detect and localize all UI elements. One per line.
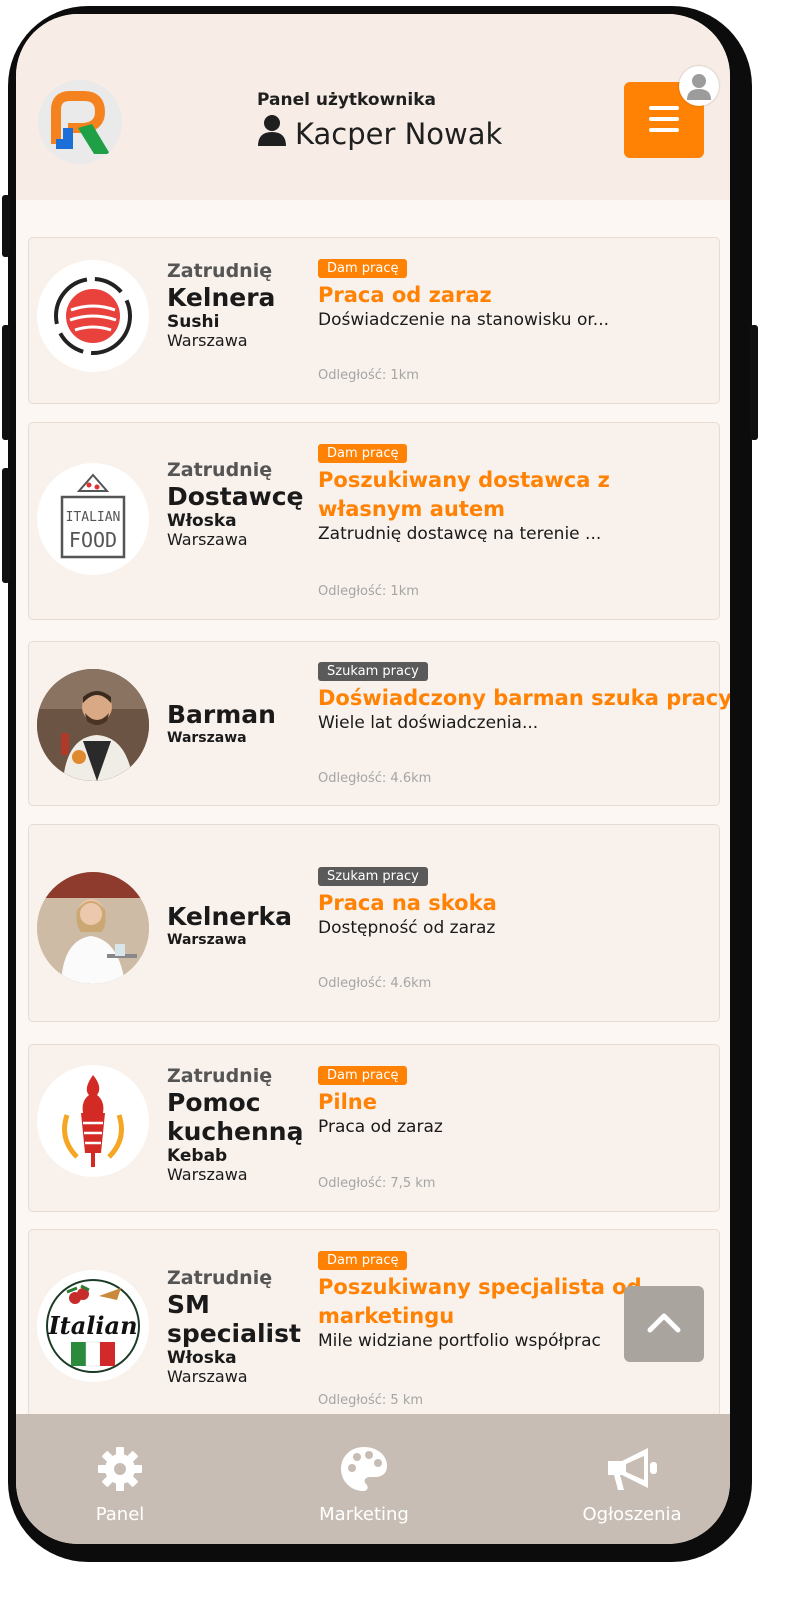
employer-info: Zatrudnię SM specialist Włoska Warszawa xyxy=(167,1267,312,1386)
barman-photo-icon xyxy=(37,669,149,781)
listing-kind: Zatrudnię xyxy=(167,459,273,481)
offer-title[interactable]: Poszukiwany dostawca z własnym autem xyxy=(318,466,716,524)
nav-announcements-label: Ogłoszenia xyxy=(582,1504,682,1525)
listing-cuisine: Włoska xyxy=(167,1348,237,1368)
offer-title[interactable]: Praca na skoka xyxy=(318,889,716,918)
scroll-top-button[interactable] xyxy=(624,1286,704,1362)
hamburger-bar xyxy=(649,117,679,121)
listing-position: SM specialist xyxy=(167,1290,301,1348)
hamburger-icon xyxy=(649,106,679,110)
listing-card[interactable]: ITALIAN FOOD Zatrudnię Dostawcę Włoska W… xyxy=(28,422,720,620)
listing-card[interactable]: Zatrudnię Kelnera Sushi Warszawa Dam pra… xyxy=(28,237,720,404)
status-badge: Szukam pracy xyxy=(318,662,428,681)
sushi-logo-icon xyxy=(37,260,149,372)
waitress-photo-icon xyxy=(37,872,149,984)
listing-card[interactable]: Italian Zatrudnię SM specialist Włoska W… xyxy=(28,1229,720,1431)
app-screen: Panel użytkownika Kacper Nowak Zatrudnię xyxy=(16,14,730,1544)
italian-text: ITALIAN xyxy=(66,510,121,525)
offer-info: Dam pracę Praca od zaraz Doświadczenie n… xyxy=(318,257,716,331)
profile-avatar[interactable] xyxy=(679,66,719,106)
distance-label: Odległość: 1km xyxy=(318,584,419,599)
bottom-nav: Panel Marketing Ogłoszenia xyxy=(16,1414,730,1544)
user-icon xyxy=(257,114,287,153)
listing-city: Warszawa xyxy=(167,331,248,350)
offer-info: Dam pracę Poszukiwany dostawca z własnym… xyxy=(318,442,716,545)
italian-logo-text: Italian xyxy=(47,1311,137,1340)
nav-panel-label: Panel xyxy=(95,1504,145,1525)
gear-icon xyxy=(98,1447,142,1491)
user-name: Kacper Nowak xyxy=(257,114,502,153)
side-button-volume-down xyxy=(2,468,10,583)
listing-city: Warszawa xyxy=(167,530,248,549)
offer-description: Doświadczenie na stanowisku or... xyxy=(318,310,610,330)
italian-food-logo-icon: ITALIAN FOOD xyxy=(37,463,149,575)
listing-position: Barman xyxy=(167,700,276,729)
side-button-volume-up xyxy=(2,325,10,440)
listing-cuisine: Kebab xyxy=(167,1146,228,1166)
nav-panel[interactable]: Panel xyxy=(50,1444,190,1525)
user-name-text: Kacper Nowak xyxy=(295,116,503,151)
food-text: FOOD xyxy=(69,528,117,552)
offer-description: Dostępność od zaraz xyxy=(318,918,496,938)
nav-marketing-label: Marketing xyxy=(319,1504,409,1525)
chevron-up-icon xyxy=(647,1313,681,1333)
listing-city: Warszawa xyxy=(167,730,247,746)
listing-city: Warszawa xyxy=(167,1367,248,1386)
offer-title[interactable]: Praca od zaraz xyxy=(318,281,716,310)
offer-title[interactable]: Doświadczony barman szuka pracy xyxy=(318,684,730,713)
side-button-mute xyxy=(2,195,10,257)
distance-label: Odległość: 5 km xyxy=(318,1393,424,1408)
listing-card[interactable]: Barman Warszawa Szukam pracy Doświadczon… xyxy=(28,641,730,806)
kebab-logo-icon xyxy=(37,1065,149,1177)
offer-title[interactable]: Pilne xyxy=(318,1088,716,1117)
hamburger-bar xyxy=(649,128,679,132)
listing-kind: Zatrudnię xyxy=(167,1065,273,1087)
distance-label: Odległość: 4.6km xyxy=(318,771,432,786)
listing-city: Warszawa xyxy=(167,1165,248,1184)
app-header: Panel użytkownika Kacper Nowak xyxy=(16,14,730,200)
offer-description: Praca od zaraz xyxy=(318,1117,443,1137)
listing-card[interactable]: Kelnerka Warszawa Szukam pracy Praca na … xyxy=(28,824,720,1022)
offer-info: Dam pracę Pilne Praca od zaraz xyxy=(318,1064,716,1138)
status-badge: Dam pracę xyxy=(318,1251,408,1270)
nav-marketing[interactable]: Marketing xyxy=(294,1444,434,1525)
distance-label: Odległość: 4.6km xyxy=(318,976,432,991)
listing-cuisine: Sushi xyxy=(167,312,220,332)
listing-position: Kelnerka xyxy=(167,902,293,931)
status-badge: Dam pracę xyxy=(318,444,408,463)
italian-logo-icon: Italian xyxy=(37,1270,149,1382)
employer-info: Zatrudnię Dostawcę Włoska Warszawa xyxy=(167,459,304,549)
offer-description: Zatrudnię dostawcę na terenie ... xyxy=(318,524,602,544)
side-button-power xyxy=(750,325,758,440)
listing-cuisine: Włoska xyxy=(167,511,237,531)
listing-kind: Zatrudnię xyxy=(167,1267,273,1289)
megaphone-icon xyxy=(608,1448,657,1490)
employer-info: Barman Warszawa xyxy=(167,700,276,747)
offer-info: Szukam pracy Praca na skoka Dostępność o… xyxy=(318,865,716,939)
employer-info: Kelnerka Warszawa xyxy=(167,902,292,949)
listing-position: Dostawcę xyxy=(167,482,304,511)
panel-label: Panel użytkownika xyxy=(257,90,436,110)
nav-announcements[interactable]: Ogłoszenia xyxy=(562,1444,702,1525)
employer-info: Zatrudnię Kelnera Sushi Warszawa xyxy=(167,260,275,350)
status-badge: Dam pracę xyxy=(318,1066,408,1085)
status-badge: Dam pracę xyxy=(318,259,408,278)
listing-kind: Zatrudnię xyxy=(167,260,273,282)
listing-card[interactable]: Zatrudnię Pomoc kuchenną Kebab Warszawa … xyxy=(28,1044,720,1212)
status-badge: Szukam pracy xyxy=(318,867,428,886)
employer-info: Zatrudnię Pomoc kuchenną Kebab Warszawa xyxy=(167,1065,312,1184)
distance-label: Odległość: 1km xyxy=(318,368,419,383)
listing-position: Kelnera xyxy=(167,283,276,312)
offer-description: Wiele lat doświadczenia... xyxy=(318,713,539,733)
palette-icon xyxy=(341,1447,387,1491)
app-logo[interactable] xyxy=(38,80,122,164)
distance-label: Odległość: 7,5 km xyxy=(318,1176,436,1191)
listing-city: Warszawa xyxy=(167,932,247,948)
listing-position: Pomoc kuchenną xyxy=(167,1088,304,1146)
offer-info: Szukam pracy Doświadczony barman szuka p… xyxy=(318,660,730,734)
